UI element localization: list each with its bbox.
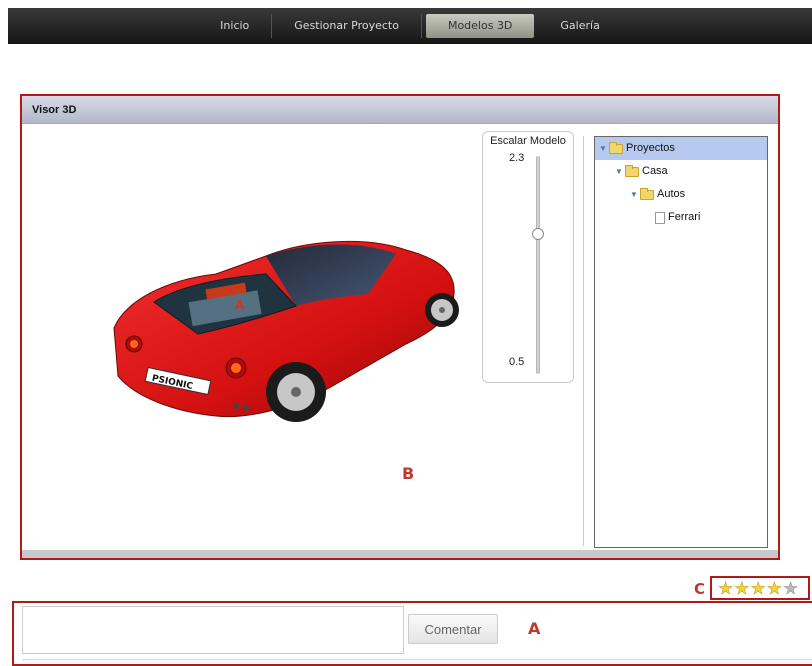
viewer-title: Visor 3D [22, 96, 778, 124]
comment-list-area [22, 659, 812, 663]
tree-item-label: Casa [642, 165, 668, 177]
annotation-marker-a-comment: A [528, 619, 541, 638]
comment-input[interactable] [22, 606, 404, 654]
tree-item-proyectos[interactable]: ▼ Proyectos [595, 137, 767, 160]
expand-arrow-icon[interactable]: ▼ [599, 137, 609, 160]
tree-item-label: Ferrari [668, 211, 701, 223]
scale-model-title: Escalar Modelo [490, 135, 566, 147]
nav-item-inicio[interactable]: Inicio [198, 14, 273, 38]
viewer-3d-panel: Visor 3D PSIONIC A B Escalar Modelo 2.3 … [20, 94, 780, 560]
rating-stars: ★ ★ ★ ★ ★ [710, 576, 810, 600]
folder-icon [609, 141, 623, 154]
expand-arrow-icon[interactable]: ▼ [630, 183, 640, 206]
expand-arrow-icon[interactable]: ▼ [615, 160, 625, 183]
tree-item-ferrari[interactable]: Ferrari [595, 206, 767, 229]
star-icon[interactable]: ★ [718, 579, 734, 596]
star-icon[interactable]: ★ [767, 579, 783, 596]
scale-max-label: 2.3 [509, 152, 525, 164]
comment-button[interactable]: Comentar [408, 614, 498, 644]
folder-icon [640, 187, 654, 200]
viewer-footer [22, 550, 778, 558]
nav-item-modelos-3d[interactable]: Modelos 3D [425, 14, 535, 38]
star-icon[interactable]: ★ [750, 579, 766, 596]
annotation-marker-a-viewer: A [235, 298, 245, 312]
annotation-marker-b: B [402, 464, 415, 483]
viewer-body: PSIONIC A B Escalar Modelo 2.3 0.5 ▼ Pro… [22, 126, 778, 550]
nav-item-galeria[interactable]: Galería [538, 14, 621, 38]
annotation-marker-c: C [694, 580, 706, 598]
star-icon[interactable]: ★ [783, 579, 799, 596]
star-icon[interactable]: ★ [734, 579, 750, 596]
tree-item-label: Autos [657, 188, 686, 200]
file-icon [655, 211, 665, 224]
nav-item-gestionar-proyecto[interactable]: Gestionar Proyecto [272, 14, 422, 38]
tree-item-casa[interactable]: ▼ Casa [595, 160, 767, 183]
comment-section: Comentar A [12, 601, 812, 666]
scale-min-label: 0.5 [509, 356, 525, 368]
project-tree: ▼ Proyectos ▼ Casa ▼ Autos Ferrari [594, 136, 768, 548]
scale-slider-thumb[interactable] [532, 228, 544, 240]
car-3d-model[interactable]: PSIONIC [106, 216, 466, 436]
tree-item-autos[interactable]: ▼ Autos [595, 183, 767, 206]
folder-icon [625, 164, 639, 177]
tree-item-label: Proyectos [626, 142, 675, 154]
scale-slider-track[interactable] [536, 156, 540, 374]
panel-divider [583, 136, 584, 546]
scale-model-panel: Escalar Modelo 2.3 0.5 [482, 131, 574, 383]
top-navigation-bar: Inicio Gestionar Proyecto Modelos 3D Gal… [8, 8, 812, 44]
